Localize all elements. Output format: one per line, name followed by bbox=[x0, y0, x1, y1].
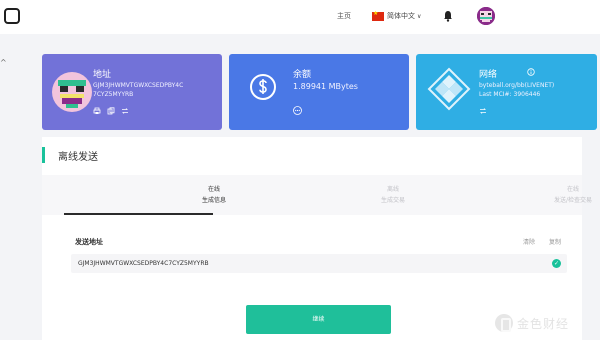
step-3-label: 在线 bbox=[566, 186, 579, 193]
section-accent-bar bbox=[42, 147, 45, 163]
address-line-1: GJM3JHWMVTGWXCSEDPBY4C bbox=[93, 82, 184, 89]
watermark-logo-icon bbox=[495, 314, 513, 332]
top-bar: 主页 简体中文 ∨ bbox=[0, 0, 600, 34]
step-tab-3[interactable]: 在线 发送/检查交易 bbox=[423, 175, 592, 215]
section-title: 离线发送 bbox=[58, 152, 98, 163]
bell-icon[interactable] bbox=[443, 10, 453, 22]
language-label: 简体中文 bbox=[387, 12, 415, 20]
balance-card: 余额 1.89941 MBytes bbox=[229, 54, 409, 130]
network-card-title: 网络 bbox=[479, 70, 498, 80]
step-tabs: 在线 生成信息 离线 生成交易 在线 发送/检查交易 bbox=[42, 175, 592, 215]
network-last-mci: Last MCI#: 3906446 bbox=[479, 91, 541, 98]
copy-button[interactable]: 复制 bbox=[549, 237, 561, 246]
active-step-underline bbox=[64, 213, 213, 215]
step-tab-1[interactable]: 在线 生成信息 bbox=[64, 175, 226, 215]
watermark-text: 金色财经 bbox=[517, 316, 570, 331]
address-line-2: 7CYZ5MYYRB bbox=[93, 91, 134, 98]
app-logo[interactable] bbox=[4, 8, 20, 24]
wallet-summary-cards: 地址 GJM3JHWMVTGWXCSEDPBY4C 7CYZ5MYYRB 余额 … bbox=[42, 54, 597, 130]
byteball-network-icon bbox=[427, 67, 471, 111]
send-address-value: GJM3JHWMVTGWXCSEDPBY4C7CYZ5MYYRB bbox=[78, 260, 209, 267]
switch-icon[interactable] bbox=[121, 107, 129, 115]
network-host: byteball.org/bb(LIVENET) bbox=[479, 82, 555, 89]
send-address-label: 发送地址 bbox=[75, 238, 103, 246]
print-icon[interactable] bbox=[93, 107, 101, 115]
clear-button[interactable]: 清除 bbox=[523, 237, 535, 246]
user-avatar[interactable] bbox=[477, 7, 495, 25]
language-selector[interactable]: 简体中文 ∨ bbox=[372, 9, 421, 23]
info-icon[interactable] bbox=[527, 68, 535, 76]
address-card-title: 地址 bbox=[93, 70, 112, 80]
collapse-caret-icon[interactable]: ^ bbox=[0, 58, 7, 67]
network-card: 网络 byteball.org/bb(LIVENET) Last MCI#: 3… bbox=[416, 54, 597, 130]
identicon-avatar bbox=[52, 72, 92, 112]
step-tab-2[interactable]: 离线 生成交易 bbox=[243, 175, 405, 215]
switch-network-icon[interactable] bbox=[479, 107, 487, 115]
check-valid-icon: ✓ bbox=[552, 259, 561, 268]
offline-send-panel: 离线发送 在线 生成信息 离线 生成交易 在线 发送/检查交易 发送地址 清除 … bbox=[42, 137, 592, 340]
chevron-down-icon: ∨ bbox=[417, 12, 422, 20]
balance-amount: 1.89941 MBytes bbox=[293, 82, 358, 91]
address-card: 地址 GJM3JHWMVTGWXCSEDPBY4C 7CYZ5MYYRB bbox=[42, 54, 222, 130]
balance-card-title: 余额 bbox=[293, 70, 312, 80]
china-flag-icon bbox=[372, 10, 384, 21]
watermark: 金色财经 bbox=[495, 314, 569, 332]
dollar-icon bbox=[250, 74, 276, 100]
step-3-sublabel: 发送/检查交易 bbox=[553, 197, 593, 204]
continue-button[interactable]: 继续 bbox=[246, 305, 391, 334]
more-options-icon[interactable] bbox=[293, 106, 302, 115]
copy-icon[interactable] bbox=[107, 107, 115, 115]
nav-home-link[interactable]: 主页 bbox=[337, 11, 351, 21]
send-address-field[interactable]: GJM3JHWMVTGWXCSEDPBY4C7CYZ5MYYRB ✓ bbox=[71, 254, 567, 273]
